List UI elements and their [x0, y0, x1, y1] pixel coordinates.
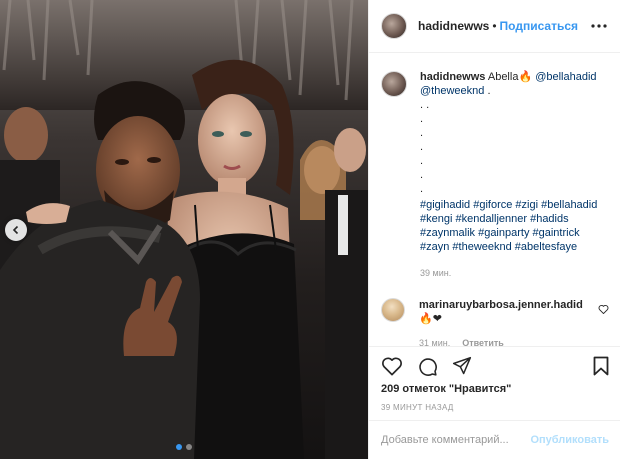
caption-period: . [487, 85, 491, 97]
header-separator: • [492, 19, 497, 33]
comment-input[interactable] [381, 434, 531, 446]
caption-avatar[interactable] [381, 71, 407, 97]
chevron-left-icon [12, 225, 19, 235]
photo-illustration [0, 0, 368, 459]
caption-text: Abella [487, 71, 519, 83]
caption-hashtags[interactable]: #gigihadid #giforce #zigi #bellahadid #k… [420, 198, 609, 254]
more-icon [591, 24, 607, 28]
follow-button[interactable]: Подписаться [500, 19, 578, 33]
caption: hadidnewws Abella🔥 @bellahadid @theweekn… [381, 70, 609, 280]
bookmark-icon[interactable] [593, 356, 609, 376]
caption-dot-line: . [420, 169, 424, 181]
caption-dot-line: . . [420, 99, 430, 111]
posted-time: 39 МИНУТ НАЗАД [381, 403, 454, 412]
caption-dot-line: . [420, 155, 424, 167]
heart-icon[interactable] [381, 356, 403, 376]
comment-like-heart-icon[interactable] [598, 304, 609, 314]
more-button[interactable] [590, 17, 608, 35]
add-comment-bar: Опубликовать [369, 420, 620, 459]
comment-avatar[interactable] [381, 298, 405, 322]
comment-username[interactable]: marinaruybarbosa.jenner.hadid [419, 299, 583, 311]
likes-count[interactable]: 209 отметок "Нравится" [381, 383, 609, 395]
caption-time: 39 мин. [420, 268, 452, 278]
share-icon[interactable] [452, 356, 472, 376]
carousel-dot-2[interactable] [186, 444, 192, 450]
post-side-panel: hadidnewws • Подписаться hadidnewws Abel… [368, 0, 620, 459]
comment-time: 31 мин. [419, 338, 451, 346]
comment-text: 🔥❤ [419, 313, 442, 325]
post-actions: 209 отметок "Нравится" 39 МИНУТ НАЗАД [369, 346, 620, 412]
caption-dot-line: . [420, 127, 424, 139]
mention-theweeknd[interactable]: @theweeknd [420, 85, 484, 97]
carousel-dot-1[interactable] [176, 444, 182, 450]
comment-icon[interactable] [417, 356, 438, 377]
post-header: hadidnewws • Подписаться [369, 0, 620, 53]
comment-item: marinaruybarbosa.jenner.hadid 🔥❤ 31 мин.… [381, 298, 609, 346]
header-username[interactable]: hadidnewws [418, 19, 489, 33]
caption-dot-line: . [420, 141, 424, 153]
comments-section: hadidnewws Abella🔥 @bellahadid @theweekn… [369, 54, 620, 346]
carousel-dots [0, 444, 368, 450]
fire-emoji: 🔥 [518, 71, 533, 83]
caption-dot-line: . [420, 183, 424, 195]
mention-bellahadid[interactable]: @bellahadid [535, 71, 596, 83]
reply-button[interactable]: Ответить [462, 336, 504, 346]
caption-dot-line: . [420, 113, 424, 125]
post-photo[interactable] [0, 0, 368, 459]
avatar[interactable] [381, 13, 407, 39]
carousel-prev-button[interactable] [5, 219, 27, 241]
caption-username[interactable]: hadidnewws [420, 71, 485, 83]
publish-button[interactable]: Опубликовать [530, 434, 609, 446]
